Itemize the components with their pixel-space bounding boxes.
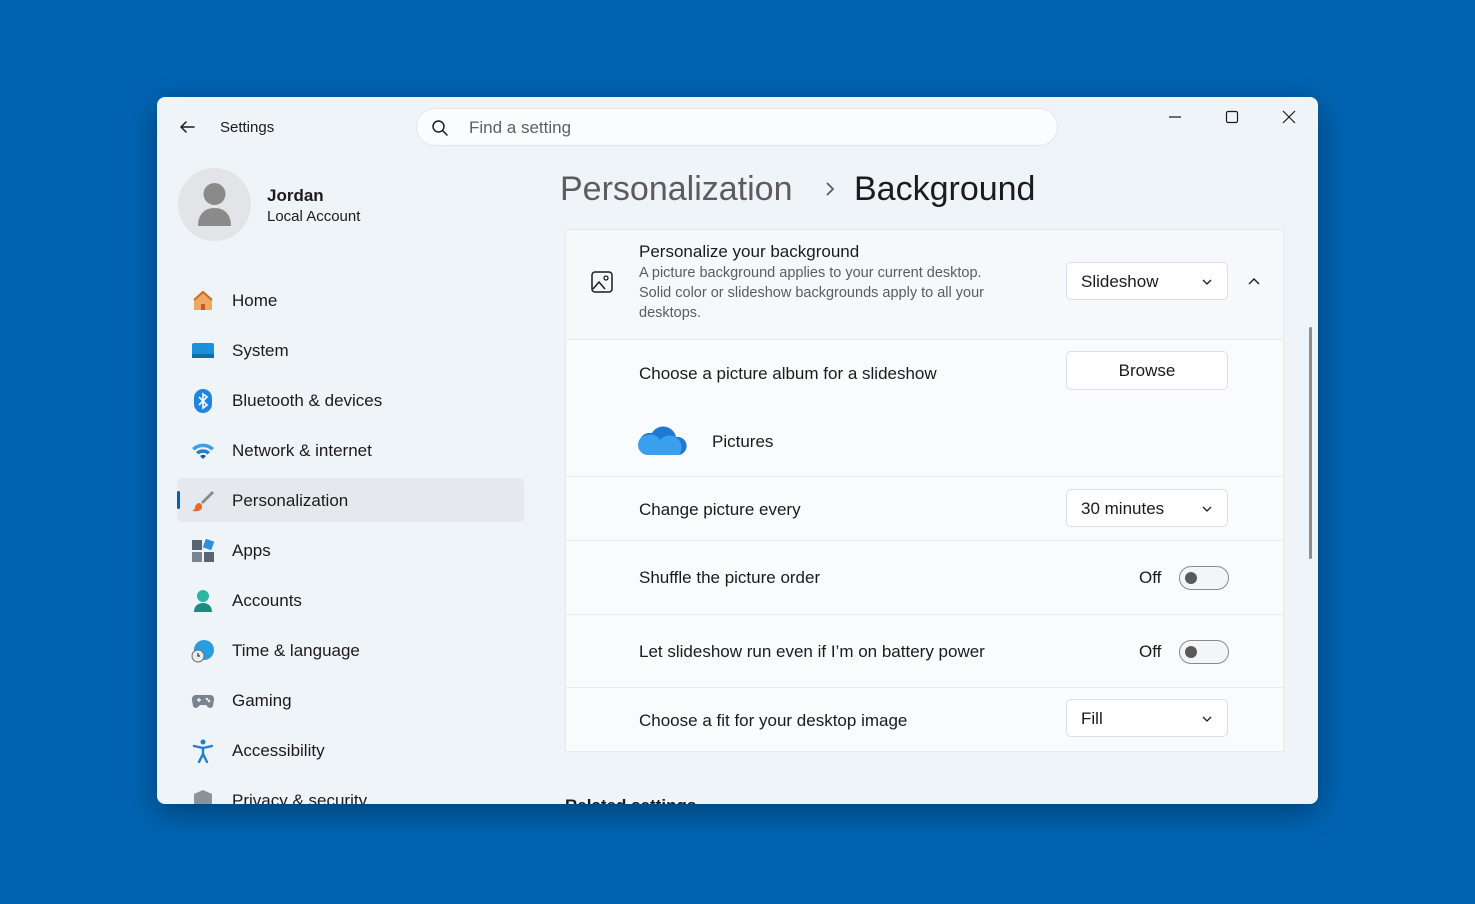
- close-button[interactable]: [1266, 101, 1312, 133]
- sidebar-item-network[interactable]: Network & internet: [177, 428, 524, 472]
- picture-icon: [591, 271, 613, 293]
- fit-label: Choose a fit for your desktop image: [639, 711, 908, 730]
- sidebar-item-label: Accessibility: [232, 741, 325, 760]
- shield-icon: [194, 790, 212, 804]
- minimize-icon: [1169, 116, 1181, 118]
- back-button[interactable]: [173, 113, 201, 141]
- person-icon: [198, 183, 231, 226]
- close-icon: [1282, 110, 1296, 124]
- search-input[interactable]: [467, 115, 1031, 141]
- shuffle-toggle[interactable]: [1179, 566, 1229, 590]
- sidebar-item-label: Apps: [232, 541, 271, 560]
- battery-toggle[interactable]: [1179, 640, 1229, 664]
- account-type: Local Account: [267, 208, 361, 225]
- brush-icon: [192, 491, 214, 512]
- sidebar-item-privacy[interactable]: Privacy & security: [177, 778, 524, 804]
- sidebar-item-accessibility[interactable]: Accessibility: [177, 728, 524, 772]
- home-icon: [193, 290, 213, 310]
- fit-dropdown[interactable]: Fill: [1066, 699, 1228, 737]
- app-title: Settings: [220, 119, 275, 136]
- shuffle-card: Shuffle the picture order Off: [565, 540, 1284, 615]
- personalize-title: Personalize your background: [639, 242, 860, 261]
- maximize-button[interactable]: [1209, 101, 1255, 133]
- sidebar-item-home[interactable]: Home: [177, 278, 524, 322]
- maximize-icon: [1225, 110, 1239, 124]
- album-name[interactable]: Pictures: [712, 432, 773, 452]
- globe-clock-icon: [191, 640, 214, 663]
- scrollbar[interactable]: [1309, 327, 1312, 559]
- shuffle-state: Off: [1139, 568, 1162, 587]
- back-arrow-icon: [180, 121, 195, 133]
- sidebar-item-label: Gaming: [232, 691, 292, 710]
- sidebar-item-label: Bluetooth & devices: [232, 391, 383, 410]
- battery-state: Off: [1139, 642, 1162, 661]
- settings-window: Settings Jordan Local Account Home Syste…: [157, 97, 1318, 804]
- interval-card: Change picture every 30 minutes: [565, 476, 1284, 541]
- gamepad-icon: [191, 694, 215, 708]
- sidebar-item-bluetooth[interactable]: Bluetooth & devices: [177, 378, 524, 422]
- album-label: Choose a picture album for a slideshow: [639, 364, 937, 383]
- interval-label: Change picture every: [639, 500, 801, 519]
- sidebar-item-label: Time & language: [232, 641, 360, 660]
- toggle-knob: [1185, 572, 1197, 584]
- onedrive-icon: [638, 426, 687, 455]
- personalize-description-line2: Solid color or slideshow backgrounds app…: [639, 285, 984, 301]
- sidebar-item-label: Privacy & security: [232, 791, 368, 804]
- sidebar-item-label: Personalization: [232, 491, 349, 510]
- active-indicator: [177, 491, 180, 509]
- breadcrumb-parent[interactable]: Personalization: [560, 170, 792, 209]
- user-name: Jordan: [267, 186, 324, 205]
- sidebar-item-label: Accounts: [232, 591, 302, 610]
- background-type-dropdown[interactable]: Slideshow: [1066, 262, 1228, 300]
- page-title: Background: [854, 170, 1036, 208]
- dropdown-value: 30 minutes: [1081, 499, 1165, 518]
- sidebar-item-gaming[interactable]: Gaming: [177, 678, 524, 722]
- battery-label: Let slideshow run even if I’m on battery…: [639, 642, 985, 661]
- chevron-down-icon: [1202, 279, 1212, 285]
- apps-icon: [192, 539, 215, 562]
- personalize-background-card[interactable]: Personalize your background A picture ba…: [565, 229, 1284, 340]
- search-box[interactable]: [416, 108, 1058, 146]
- chevron-down-icon: [1202, 506, 1212, 512]
- chevron-up-icon: [1248, 278, 1260, 285]
- system-icon: [192, 343, 214, 358]
- background-settings-panel: Personalize your background A picture ba…: [565, 229, 1284, 804]
- sidebar-item-label: Home: [232, 291, 278, 310]
- wifi-icon: [192, 443, 214, 459]
- avatar[interactable]: [178, 168, 251, 241]
- interval-dropdown[interactable]: 30 minutes: [1066, 489, 1228, 527]
- personalize-description-line3: desktops.: [639, 305, 702, 321]
- dropdown-value: Fill: [1081, 709, 1103, 728]
- album-card: Choose a picture album for a slideshow B…: [565, 339, 1284, 477]
- sidebar-item-system[interactable]: System: [177, 328, 524, 372]
- shuffle-label: Shuffle the picture order: [639, 568, 821, 587]
- battery-card: Let slideshow run even if I’m on battery…: [565, 614, 1284, 688]
- accessibility-icon: [192, 739, 214, 763]
- toggle-knob: [1185, 646, 1197, 658]
- minimize-button[interactable]: [1152, 101, 1198, 133]
- browse-button[interactable]: Browse: [1066, 351, 1228, 390]
- sidebar-item-personalization[interactable]: Personalization: [177, 478, 524, 522]
- chevron-right-icon: [826, 182, 835, 196]
- chevron-down-icon: [1202, 716, 1212, 722]
- collapse-button[interactable]: [1241, 268, 1267, 294]
- bluetooth-icon: [194, 389, 212, 413]
- sidebar-item-time-language[interactable]: Time & language: [177, 628, 524, 672]
- dropdown-value: Slideshow: [1081, 272, 1159, 291]
- sidebar-item-accounts[interactable]: Accounts: [177, 578, 524, 622]
- sidebar-item-label: System: [232, 341, 289, 360]
- sidebar-item-label: Network & internet: [232, 441, 372, 460]
- accounts-icon: [194, 590, 212, 612]
- related-settings-heading: Related settings: [565, 796, 696, 804]
- sidebar-item-apps[interactable]: Apps: [177, 528, 524, 572]
- fit-card: Choose a fit for your desktop image Fill: [565, 687, 1284, 752]
- personalize-description-line1: A picture background applies to your cur…: [639, 265, 982, 281]
- search-icon: [432, 120, 448, 136]
